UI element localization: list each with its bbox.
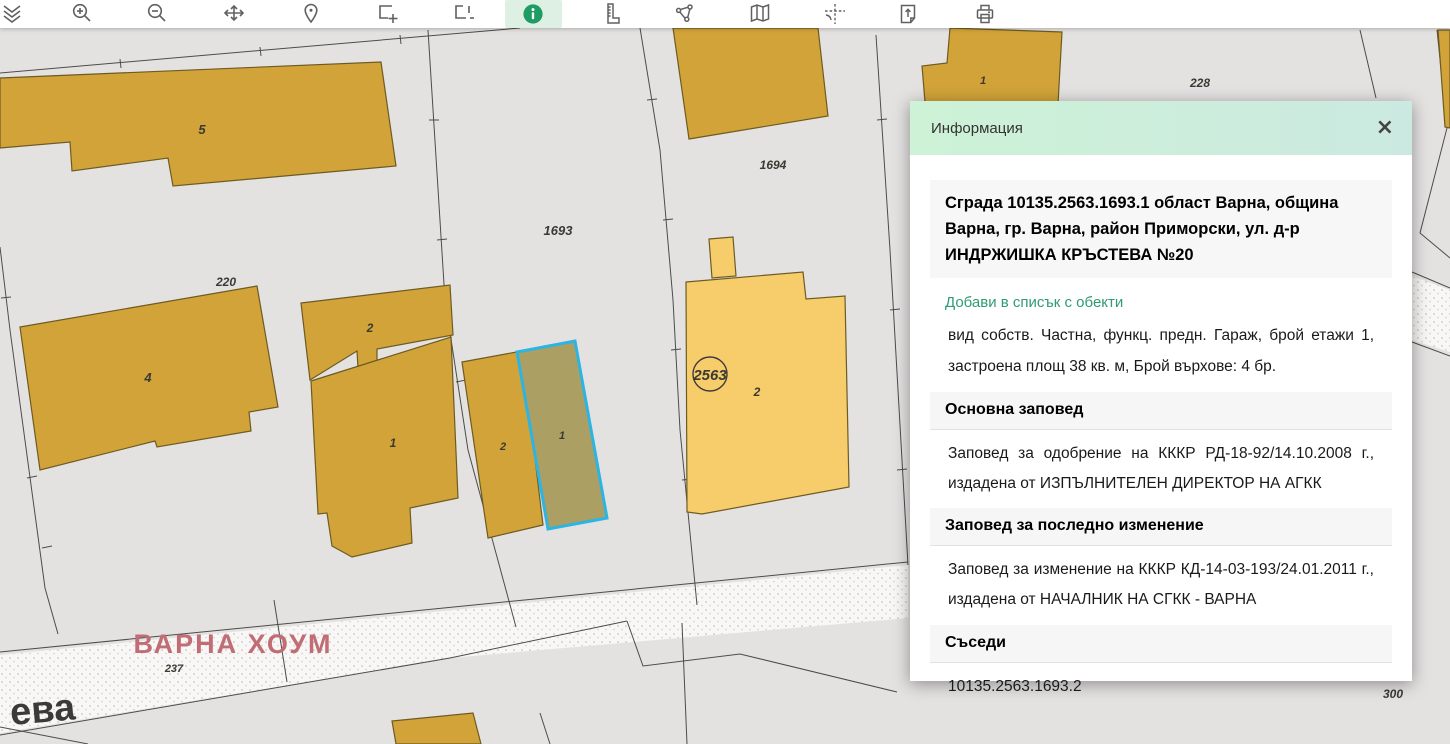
info-panel-header: Информация × xyxy=(910,101,1412,155)
building-2-yellow-tower[interactable] xyxy=(709,237,736,278)
map-sheets-icon[interactable] xyxy=(748,1,772,27)
section-heading-main-order: Основна заповед xyxy=(930,392,1392,430)
measure-area-icon[interactable] xyxy=(671,1,695,27)
locate-pin-icon[interactable] xyxy=(299,1,323,27)
add-to-list-link[interactable]: Добави в списък с обекти xyxy=(945,294,1377,311)
measure-ruler-icon[interactable] xyxy=(601,1,625,27)
map-toolbar xyxy=(0,0,1450,28)
label-building-2-center: 2 xyxy=(366,321,374,335)
building-2-yellow[interactable] xyxy=(686,272,849,514)
section-text-last-amendment: Заповед за изменение на КККР КД-14-03-19… xyxy=(948,555,1374,615)
object-title: Сграда 10135.2563.1693.1 област Варна, о… xyxy=(930,180,1392,278)
collapse-chevrons-icon[interactable] xyxy=(1,1,25,27)
section-text-neighbours: 10135.2563.1693.2 xyxy=(948,672,1374,702)
info-panel: Информация × Сграда 10135.2563.1693.1 об… xyxy=(910,101,1412,681)
label-parcel-1694: 1694 xyxy=(760,158,787,172)
label-region-2563: 2563 xyxy=(692,367,727,384)
label-building-5: 5 xyxy=(198,122,206,137)
zoom-in-icon[interactable] xyxy=(70,1,94,27)
section-heading-neighbours: Съседи xyxy=(930,625,1392,663)
label-building-1-topright: 1 xyxy=(980,75,986,87)
coordinates-icon[interactable] xyxy=(823,1,847,27)
zoom-out-icon[interactable] xyxy=(145,1,169,27)
label-street-name: ева xyxy=(8,686,77,734)
label-building-4: 4 xyxy=(143,370,152,385)
label-parcel-237: 237 xyxy=(164,663,184,675)
label-building-1-center: 1 xyxy=(390,436,397,450)
print-icon[interactable] xyxy=(973,1,997,27)
export-icon[interactable] xyxy=(896,1,920,27)
label-varna-home: ВАРНА ХОУМ xyxy=(133,629,332,659)
label-parcel-220: 220 xyxy=(215,275,236,289)
section-heading-last-amendment: Заповед за последно изменение xyxy=(930,508,1392,546)
panel-title: Информация xyxy=(931,120,1023,137)
close-icon[interactable]: × xyxy=(1376,117,1394,139)
section-text-main-order: Заповед за одобрение на КККР РД-18-92/14… xyxy=(948,439,1374,499)
pan-icon[interactable] xyxy=(222,1,246,27)
label-garage-2: 2 xyxy=(499,441,506,453)
select-rect-add-icon[interactable] xyxy=(376,1,400,27)
object-details: вид собств. Частна, функц. предн. Гараж,… xyxy=(948,320,1374,383)
select-extent-icon[interactable] xyxy=(452,1,476,27)
info-tool-icon[interactable] xyxy=(521,1,545,27)
label-garage-1-selected: 1 xyxy=(559,430,565,442)
label-building-2-yellow: 2 xyxy=(753,385,761,399)
label-parcel-228: 228 xyxy=(1189,76,1210,90)
info-panel-body: Сграда 10135.2563.1693.1 област Варна, о… xyxy=(910,155,1412,702)
label-parcel-1693: 1693 xyxy=(544,223,574,238)
